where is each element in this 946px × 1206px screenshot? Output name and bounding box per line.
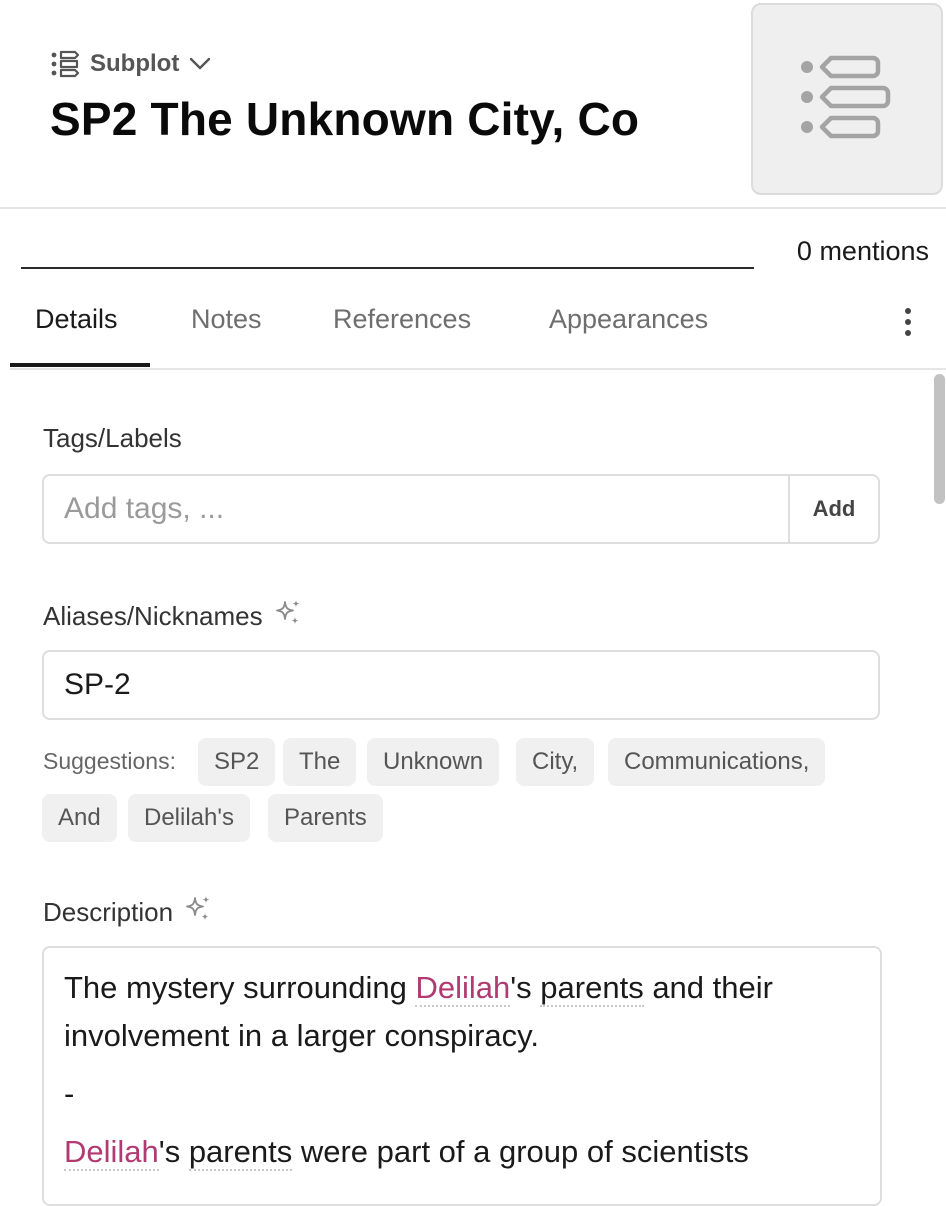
suggestion-chip[interactable]: And [42, 794, 117, 842]
subplot-list-icon [50, 50, 80, 78]
tags-label: Tags/Labels [43, 423, 182, 454]
suggestion-chip[interactable]: Unknown [367, 738, 500, 786]
entity-header: Subplot SP2 The Unknown City, Co [0, 0, 946, 209]
aliases-label: Aliases/Nicknames [43, 598, 303, 635]
description-text: 's [510, 970, 541, 1005]
subplot-list-icon [797, 52, 897, 147]
tab-references[interactable]: References [333, 304, 471, 335]
entity-link[interactable]: Delilah [415, 970, 511, 1007]
description-text: 's [158, 1134, 189, 1169]
entity-link[interactable]: parents [540, 970, 644, 1007]
suggestion-chip[interactable]: SP2 [198, 738, 276, 786]
chevron-down-icon [189, 57, 211, 71]
description-label: Description [43, 894, 213, 931]
active-tab-indicator [10, 363, 150, 367]
tab-notes[interactable]: Notes [191, 304, 262, 335]
aliases-label-text: Aliases/Nicknames [43, 601, 263, 631]
more-vertical-icon[interactable] [890, 304, 926, 340]
tab-bar: Details Notes References Appearances [10, 290, 946, 370]
entity-type-selector[interactable]: Subplot [50, 48, 211, 80]
add-tag-button[interactable]: Add [788, 476, 878, 542]
suggestion-chip[interactable]: The [283, 738, 357, 786]
scrollbar-thumb[interactable] [934, 374, 945, 504]
tags-input[interactable] [44, 476, 788, 542]
entity-link[interactable]: parents [188, 1134, 293, 1171]
tab-details[interactable]: Details [35, 304, 118, 335]
suggestion-chip[interactable]: City, [516, 738, 595, 786]
suggestion-chip[interactable]: Delilah's [128, 794, 250, 842]
description-label-text: Description [43, 897, 174, 927]
tab-appearances[interactable]: Appearances [549, 304, 708, 335]
suggestion-chip[interactable]: Communications, [608, 738, 826, 786]
mentions-bar [21, 267, 754, 269]
description-paragraph: The mystery surrounding Delilah's parent… [64, 964, 860, 1060]
entity-image-button[interactable] [751, 3, 943, 195]
tags-label-text: Tags/Labels [43, 423, 182, 453]
sparkle-icon[interactable] [183, 894, 213, 931]
description-text: The mystery surrounding [64, 970, 416, 1005]
description-paragraph: Delilah's parents were part of a group o… [64, 1128, 860, 1176]
mentions-count[interactable]: 0 mentions [797, 236, 929, 267]
entity-link[interactable]: Delilah [64, 1134, 159, 1171]
sparkle-icon[interactable] [273, 598, 303, 635]
tags-field: Add [42, 474, 880, 544]
scrollbar[interactable] [933, 374, 946, 1182]
suggestions-label: Suggestions: [43, 748, 176, 774]
description-editor[interactable]: The mystery surrounding Delilah's parent… [42, 946, 882, 1206]
aliases-input[interactable] [42, 650, 880, 720]
entity-title[interactable]: SP2 The Unknown City, Co [50, 92, 639, 146]
description-text: were part of a group of scientists [292, 1134, 749, 1169]
suggestion-chip[interactable]: Parents [268, 794, 383, 842]
entity-type-label: Subplot [90, 50, 180, 77]
description-paragraph: - [64, 1076, 75, 1111]
